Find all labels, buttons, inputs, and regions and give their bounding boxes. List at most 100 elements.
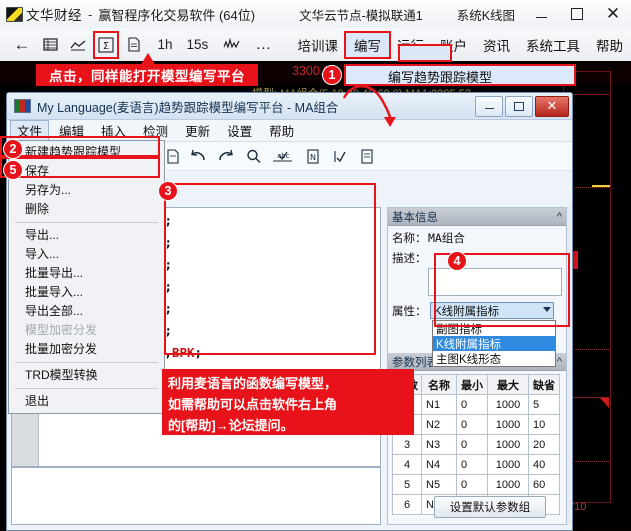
file-menu-item[interactable]: 批量加密分发 xyxy=(9,340,164,359)
model-property-dropdown[interactable]: 副图指标 K线附属指标 主图K线形态 xyxy=(432,320,556,367)
chart-ma-marker xyxy=(592,185,610,187)
table-cell: 4 xyxy=(392,454,422,475)
col-name: 名称 xyxy=(421,374,457,395)
main-application-window: 文华财经 - 赢智程序化交易软件 (64位) 文华云节点-模拟联通1 系统K线图… xyxy=(0,0,631,531)
app-subtitle: 赢智程序化交易软件 (64位) xyxy=(98,7,256,23)
dropdown-option-sub-chart[interactable]: 副图指标 xyxy=(433,321,555,336)
file-menu-item[interactable]: 批量导出... xyxy=(9,264,164,283)
dialog-close-button[interactable]: ✕ xyxy=(535,95,569,117)
set-default-param-group-button[interactable]: 设置默认参数组 xyxy=(434,496,546,518)
file-menu-item[interactable]: 退出 xyxy=(9,392,164,411)
maximize-icon xyxy=(571,8,583,20)
dialog-menu-check[interactable]: 检测 xyxy=(136,120,175,141)
dropdown-option-kline-attached[interactable]: K线附属指标 xyxy=(433,336,555,351)
minimize-icon xyxy=(535,16,547,18)
copy-icon[interactable] xyxy=(163,146,183,166)
file-menu-item[interactable]: 导出... xyxy=(9,226,164,245)
model-property-combobox[interactable]: K线附属指标 xyxy=(430,302,554,319)
sigma-formula-icon[interactable]: Σ xyxy=(93,30,120,59)
dialog-minimize-button[interactable] xyxy=(475,95,503,117)
dialog-menu-help[interactable]: 帮助 xyxy=(262,120,301,141)
menu-highlight-write-trend-model[interactable]: 编写趋势跟踪模型 xyxy=(344,64,576,86)
model-property-value: K线附属指标 xyxy=(434,305,500,318)
back-arrow-icon[interactable]: ← xyxy=(10,32,34,58)
chart-signal-marker xyxy=(600,398,609,408)
basic-info-group-header[interactable]: 基本信息 ^ xyxy=(388,208,566,226)
table-cell: 0 xyxy=(456,394,488,415)
svg-text:Σ: Σ xyxy=(103,41,109,52)
file-menu-item[interactable]: 新建趋势跟踪模型 xyxy=(9,143,164,162)
table-cell: N5 xyxy=(421,474,457,495)
dialog-menu-insert[interactable]: 插入 xyxy=(94,120,133,141)
file-menu-item[interactable]: 批量导入... xyxy=(9,283,164,302)
table-cell: 0 xyxy=(456,434,488,455)
app-title: 文华财经 xyxy=(26,8,82,23)
undo-icon[interactable] xyxy=(189,146,209,166)
tip-line-3: 的[帮助]→论坛提问。 xyxy=(168,418,294,433)
mylanguage-icon xyxy=(14,99,31,113)
minimize-button[interactable] xyxy=(523,0,559,28)
file-menu-item[interactable]: 保存 xyxy=(9,162,164,181)
cloud-node-label: 文华云节点-模拟联通1 xyxy=(299,8,423,23)
close-button[interactable]: ✕ xyxy=(595,0,631,28)
table-row[interactable]: 1N1010005 xyxy=(392,394,560,415)
tip-line-2: 如需帮助可以点击软件右上角 xyxy=(168,397,338,412)
callout-open-platform: 点击，同样能打开模型编写平台 xyxy=(36,64,258,86)
table-cell: 6 xyxy=(392,494,422,515)
insert-function-icon[interactable]: N xyxy=(303,146,323,166)
search-icon[interactable] xyxy=(243,146,263,166)
menu-separator xyxy=(15,362,158,363)
file-menu-item[interactable]: 删除 xyxy=(9,200,164,219)
model-desc-field: 描述： xyxy=(392,250,566,266)
svg-text:N: N xyxy=(310,153,316,162)
file-menu-item[interactable]: TRD模型转换 xyxy=(9,366,164,385)
wave-icon[interactable] xyxy=(219,32,243,58)
dropdown-option-main-kline-pattern[interactable]: 主图K线形态 xyxy=(433,351,555,366)
menu-item-news[interactable]: 资讯 xyxy=(475,33,518,57)
model-desc-input[interactable] xyxy=(428,268,562,296)
quote-list-icon[interactable] xyxy=(38,32,62,58)
menu-item-write[interactable]: 编写 xyxy=(343,30,391,59)
file-menu-item[interactable]: 导入... xyxy=(9,245,164,264)
menu-item-help[interactable]: 帮助 xyxy=(588,33,631,57)
file-menu-item[interactable]: 导出全部... xyxy=(9,302,164,321)
chevron-down-icon[interactable] xyxy=(543,307,551,312)
file-menu-dropdown[interactable]: 新建趋势跟踪模型 保存 另存为... 删除导出... 导入... 批量导出... 批量导入.… xyxy=(8,140,165,414)
dialog-menu-settings[interactable]: 设置 xyxy=(220,120,259,141)
redo-icon[interactable] xyxy=(215,146,235,166)
abc-check-icon[interactable]: abc xyxy=(271,146,295,166)
dialog-menu-update[interactable]: 更新 xyxy=(178,120,217,141)
code-editor-secondary-pane[interactable] xyxy=(11,467,381,525)
validate-icon[interactable] xyxy=(329,146,349,166)
period-1h-button[interactable]: 1h xyxy=(154,37,175,52)
maximize-button[interactable] xyxy=(559,0,595,28)
dialog-menu-file[interactable]: 文件 xyxy=(10,120,50,141)
line-chart-icon[interactable] xyxy=(66,32,90,58)
file-menu-item[interactable]: 另存为... xyxy=(9,181,164,200)
chevron-up-icon[interactable]: ^ xyxy=(557,356,562,368)
document-icon[interactable] xyxy=(122,32,146,58)
menu-item-run[interactable]: 运行 xyxy=(389,33,432,57)
maximize-icon xyxy=(514,101,524,111)
menu-item-training[interactable]: 培训课 xyxy=(289,33,346,57)
table-cell: 40 xyxy=(528,454,560,475)
menu-item-system-tools[interactable]: 系统工具 xyxy=(518,33,588,57)
table-row[interactable]: 4 N4 0 1000 40 xyxy=(392,454,560,475)
table-row[interactable]: 5 N5 0 1000 60 xyxy=(392,474,560,495)
menu-separator xyxy=(15,222,158,223)
table-cell: 10 xyxy=(528,414,560,435)
dialog-menu-bar: 文件 编辑 插入 检测 更新 设置 帮助 xyxy=(7,120,572,142)
menu-item-account[interactable]: 账户 xyxy=(432,33,475,57)
badge-3: 3 xyxy=(158,181,178,201)
file-menu-item[interactable]: 模型加密分发 xyxy=(9,321,164,340)
chevron-up-icon[interactable]: ^ xyxy=(557,211,562,223)
more-options-icon[interactable]: … xyxy=(251,32,275,58)
table-cell: 20 xyxy=(528,434,560,455)
dialog-maximize-button[interactable] xyxy=(505,95,533,117)
period-15s-button[interactable]: 15s xyxy=(184,37,212,52)
table-row[interactable]: 2N20100010 xyxy=(392,414,560,435)
table-row[interactable]: 3 N3 0 1000 20 xyxy=(392,434,560,455)
dialog-menu-edit[interactable]: 编辑 xyxy=(52,120,91,141)
note-icon[interactable] xyxy=(357,146,377,166)
panel-scrollbar[interactable] xyxy=(567,207,571,525)
